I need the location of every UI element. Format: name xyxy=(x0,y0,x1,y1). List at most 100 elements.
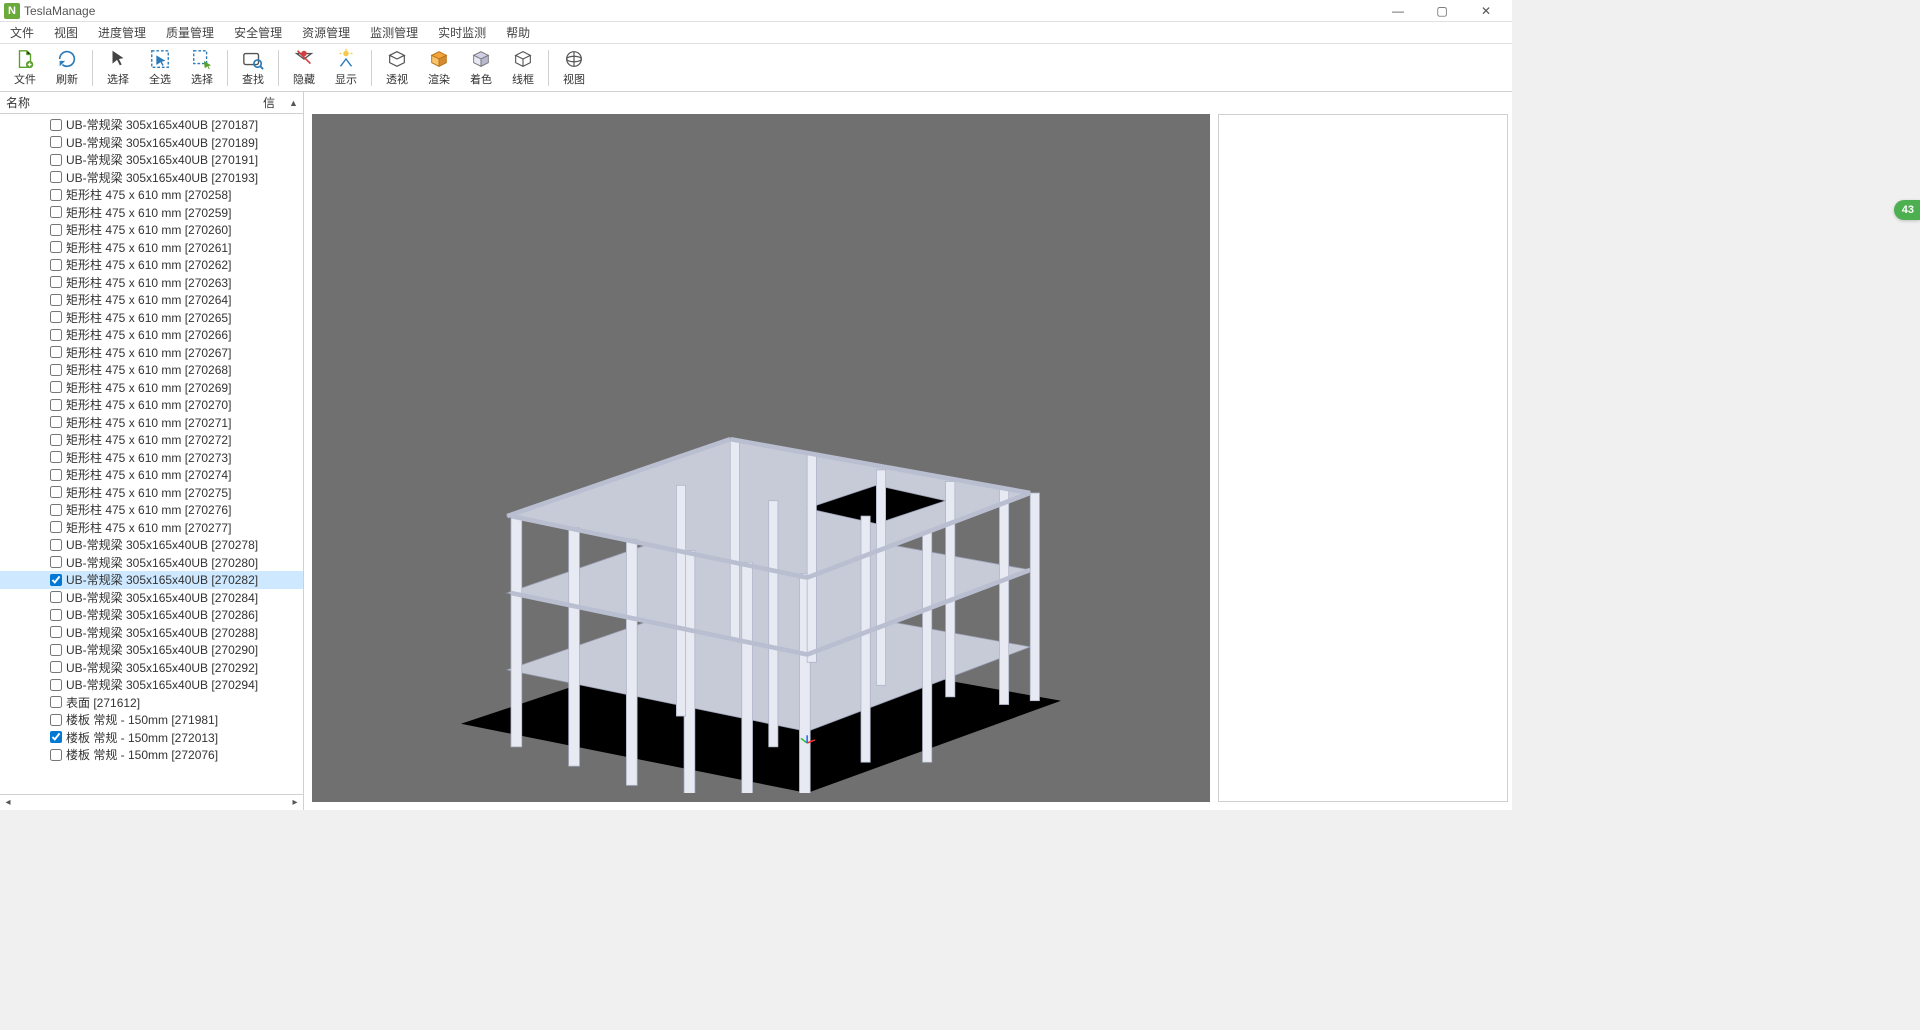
tree-item[interactable]: 矩形柱 475 x 610 mm [270264] xyxy=(0,291,303,309)
tree-item[interactable]: UB-常规梁 305x165x40UB [270290] xyxy=(0,641,303,659)
maximize-button[interactable]: ▢ xyxy=(1420,0,1464,22)
tree-item-checkbox[interactable] xyxy=(50,381,62,393)
minimize-button[interactable]: — xyxy=(1376,0,1420,22)
tree-item-checkbox[interactable] xyxy=(50,521,62,533)
tree-item[interactable]: UB-常规梁 305x165x40UB [270288] xyxy=(0,624,303,642)
tree-item-checkbox[interactable] xyxy=(50,451,62,463)
tree-item-checkbox[interactable] xyxy=(50,154,62,166)
menu-item[interactable]: 视图 xyxy=(50,22,82,43)
menu-item[interactable]: 监测管理 xyxy=(366,22,422,43)
menu-item[interactable]: 帮助 xyxy=(502,22,534,43)
tree-item[interactable]: 矩形柱 475 x 610 mm [270272] xyxy=(0,431,303,449)
tree-item-checkbox[interactable] xyxy=(50,224,62,236)
tree-item-checkbox[interactable] xyxy=(50,696,62,708)
tree-item-checkbox[interactable] xyxy=(50,171,62,183)
tree-item-checkbox[interactable] xyxy=(50,574,62,586)
tree-item-checkbox[interactable] xyxy=(50,329,62,341)
tree-item[interactable]: UB-常规梁 305x165x40UB [270280] xyxy=(0,554,303,572)
tree-item-checkbox[interactable] xyxy=(50,206,62,218)
tree-header-name[interactable]: 名称 xyxy=(0,94,263,111)
tree-item-checkbox[interactable] xyxy=(50,119,62,131)
tree-item-checkbox[interactable] xyxy=(50,731,62,743)
tree-item-checkbox[interactable] xyxy=(50,626,62,638)
tree-item-checkbox[interactable] xyxy=(50,399,62,411)
tree-item-checkbox[interactable] xyxy=(50,539,62,551)
tree-item[interactable]: UB-常规梁 305x165x40UB [270191] xyxy=(0,151,303,169)
tree-item[interactable]: UB-常规梁 305x165x40UB [270189] xyxy=(0,134,303,152)
tree-item-checkbox[interactable] xyxy=(50,311,62,323)
tree-item[interactable]: 矩形柱 475 x 610 mm [270260] xyxy=(0,221,303,239)
select-button[interactable]: 选择 xyxy=(181,46,223,90)
tree-item[interactable]: 矩形柱 475 x 610 mm [270262] xyxy=(0,256,303,274)
tree-item-checkbox[interactable] xyxy=(50,591,62,603)
view-button[interactable]: 视图 xyxy=(553,46,595,90)
tree-item[interactable]: 矩形柱 475 x 610 mm [270268] xyxy=(0,361,303,379)
tree-item-checkbox[interactable] xyxy=(50,714,62,726)
tree-item[interactable]: 楼板 常规 - 150mm [272076] xyxy=(0,746,303,764)
tree-item[interactable]: 矩形柱 475 x 610 mm [270275] xyxy=(0,484,303,502)
tree-item[interactable]: 矩形柱 475 x 610 mm [270258] xyxy=(0,186,303,204)
wireframe-button[interactable]: 线框 xyxy=(502,46,544,90)
menu-item[interactable]: 资源管理 xyxy=(298,22,354,43)
tree-item-checkbox[interactable] xyxy=(50,364,62,376)
menu-item[interactable]: 文件 xyxy=(6,22,38,43)
tree-item[interactable]: 矩形柱 475 x 610 mm [270274] xyxy=(0,466,303,484)
tree-item[interactable]: 楼板 常规 - 150mm [271981] xyxy=(0,711,303,729)
find-button[interactable]: 查找 xyxy=(232,46,274,90)
tree-item-checkbox[interactable] xyxy=(50,294,62,306)
tree-item[interactable]: 矩形柱 475 x 610 mm [270276] xyxy=(0,501,303,519)
tree-item[interactable]: 矩形柱 475 x 610 mm [270263] xyxy=(0,274,303,292)
tree-item[interactable]: 矩形柱 475 x 610 mm [270259] xyxy=(0,204,303,222)
hide-button[interactable]: 隐藏 xyxy=(283,46,325,90)
close-button[interactable]: ✕ xyxy=(1464,0,1508,22)
menu-item[interactable]: 质量管理 xyxy=(162,22,218,43)
perspective-button[interactable]: 透视 xyxy=(376,46,418,90)
menu-item[interactable]: 进度管理 xyxy=(94,22,150,43)
tree-item-checkbox[interactable] xyxy=(50,346,62,358)
tree-item-checkbox[interactable] xyxy=(50,661,62,673)
tree-item[interactable]: UB-常规梁 305x165x40UB [270193] xyxy=(0,169,303,187)
tree-item[interactable]: 矩形柱 475 x 610 mm [270270] xyxy=(0,396,303,414)
hscroll-left-button[interactable]: ◂ xyxy=(0,797,16,808)
3d-viewport[interactable] xyxy=(312,114,1210,802)
tree-item-checkbox[interactable] xyxy=(50,276,62,288)
tree-item-checkbox[interactable] xyxy=(50,504,62,516)
tree-item[interactable]: 矩形柱 475 x 610 mm [270266] xyxy=(0,326,303,344)
tree-header-info[interactable]: 信 xyxy=(263,94,289,111)
hscroll-right-button[interactable]: ▸ xyxy=(287,797,303,808)
refresh-button[interactable]: 刷新 xyxy=(46,46,88,90)
tree-item[interactable]: UB-常规梁 305x165x40UB [270282] xyxy=(0,571,303,589)
file-button[interactable]: 文件 xyxy=(4,46,46,90)
tree-item[interactable]: 矩形柱 475 x 610 mm [270265] xyxy=(0,309,303,327)
select-all-button[interactable]: 全选 xyxy=(139,46,181,90)
menu-item[interactable]: 安全管理 xyxy=(230,22,286,43)
show-button[interactable]: 显示 xyxy=(325,46,367,90)
pointer-button[interactable]: 选择 xyxy=(97,46,139,90)
tree-item[interactable]: UB-常规梁 305x165x40UB [270284] xyxy=(0,589,303,607)
tree-item-checkbox[interactable] xyxy=(50,241,62,253)
tree-body[interactable]: UB-常规梁 305x165x40UB [270187]UB-常规梁 305x1… xyxy=(0,114,303,794)
tree-item[interactable]: 矩形柱 475 x 610 mm [270269] xyxy=(0,379,303,397)
tree-item[interactable]: 矩形柱 475 x 610 mm [270261] xyxy=(0,239,303,257)
tree-item-checkbox[interactable] xyxy=(50,189,62,201)
tree-item[interactable]: 楼板 常规 - 150mm [272013] xyxy=(0,729,303,747)
shade-button[interactable]: 着色 xyxy=(460,46,502,90)
tree-item-checkbox[interactable] xyxy=(50,416,62,428)
tree-item[interactable]: UB-常规梁 305x165x40UB [270292] xyxy=(0,659,303,677)
tree-item-checkbox[interactable] xyxy=(50,749,62,761)
tree-item-checkbox[interactable] xyxy=(50,556,62,568)
menu-item[interactable]: 实时监测 xyxy=(434,22,490,43)
tree-header-sort-icon[interactable]: ▲ xyxy=(289,98,303,108)
tree-item[interactable]: 矩形柱 475 x 610 mm [270267] xyxy=(0,344,303,362)
tree-item-checkbox[interactable] xyxy=(50,136,62,148)
tree-item-checkbox[interactable] xyxy=(50,486,62,498)
tree-item-checkbox[interactable] xyxy=(50,609,62,621)
tree-item[interactable]: UB-常规梁 305x165x40UB [270294] xyxy=(0,676,303,694)
notification-badge[interactable]: 43 xyxy=(1894,200,1920,220)
tree-item[interactable]: 矩形柱 475 x 610 mm [270277] xyxy=(0,519,303,537)
tree-item[interactable]: 表面 [271612] xyxy=(0,694,303,712)
tree-item[interactable]: 矩形柱 475 x 610 mm [270271] xyxy=(0,414,303,432)
tree-item[interactable]: 矩形柱 475 x 610 mm [270273] xyxy=(0,449,303,467)
tree-item-checkbox[interactable] xyxy=(50,434,62,446)
tree-item[interactable]: UB-常规梁 305x165x40UB [270278] xyxy=(0,536,303,554)
